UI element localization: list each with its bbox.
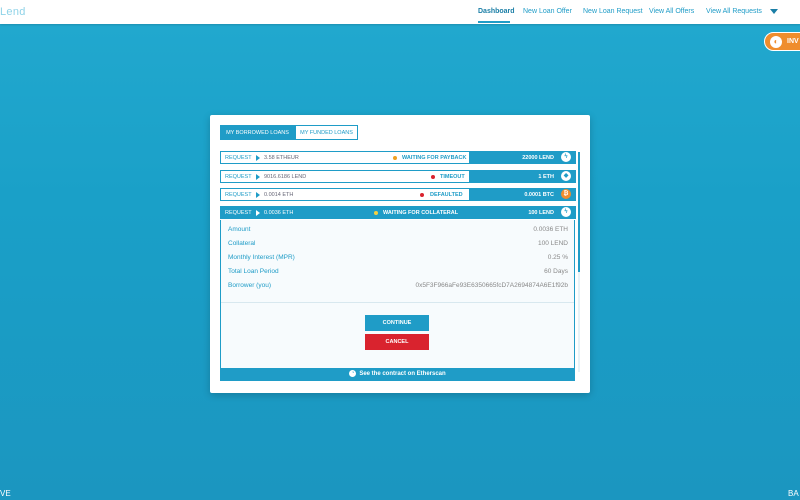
detail-row: Amount 0.0036 ETH <box>228 226 568 233</box>
nav-view-all-requests[interactable]: View All Requests <box>706 8 762 15</box>
brand-logo[interactable]: Lend <box>0 6 26 18</box>
invest-button[interactable]: ◐ INV <box>764 32 800 51</box>
caret-right-icon <box>256 174 260 180</box>
loan-row[interactable]: REQUEST 0.0014 ETH DEFAULTED 0.0001 BTC … <box>220 188 576 201</box>
detail-value: 0.0036 ETH <box>533 226 568 233</box>
row-kind: REQUEST <box>225 155 252 161</box>
detail-value: 60 Days <box>544 268 568 275</box>
row-status: WAITING FOR COLLATERAL <box>383 210 459 216</box>
nav-active-underline <box>478 21 510 23</box>
invest-label: INV <box>787 38 799 45</box>
borrower-address: 0x5F3F966aFe93E6350665fcD7A2694874A6E1f9… <box>415 282 568 289</box>
cancel-button[interactable]: CANCEL <box>365 334 429 350</box>
top-navbar: Lend Dashboard New Loan Offer New Loan R… <box>0 0 800 24</box>
chevron-down-icon[interactable] <box>770 9 778 14</box>
row-value: 22000 LEND <box>522 155 554 161</box>
etherscan-icon: ◔ <box>349 369 357 377</box>
detail-label: Amount <box>228 226 251 233</box>
detail-label: Total Loan Period <box>228 268 279 275</box>
nav-new-loan-request[interactable]: New Loan Request <box>583 8 643 15</box>
row-status: TIMEOUT <box>440 174 465 180</box>
nav-dashboard[interactable]: Dashboard <box>478 8 515 15</box>
detail-row: Monthly Interest (MPR) 0.25 % <box>228 254 568 261</box>
detail-row: Collateral 100 LEND <box>228 240 568 247</box>
row-value: 1 ETH <box>538 174 554 180</box>
scrollbar-thumb[interactable] <box>578 152 580 272</box>
row-kind: REQUEST <box>225 192 252 198</box>
row-kind: REQUEST <box>225 210 252 216</box>
tab-my-borrowed-loans[interactable]: MY BORROWED LOANS <box>220 125 295 140</box>
caret-right-icon <box>256 210 260 216</box>
lend-token-icon: ϟ <box>561 152 571 162</box>
detail-label: Collateral <box>228 240 256 247</box>
nav-new-loan-offer[interactable]: New Loan Offer <box>523 8 572 15</box>
row-amount: 0.0014 ETH <box>264 192 294 198</box>
nav-view-all-offers[interactable]: View All Offers <box>649 8 694 15</box>
row-value-cell: 0.0001 BTC ₿ <box>469 188 576 201</box>
row-amount: 0.0036 ETH <box>264 210 294 216</box>
etherscan-link[interactable]: ◔ See the contract on Etherscan <box>220 368 575 381</box>
btc-token-icon: ₿ <box>561 189 571 199</box>
row-status: WAITING FOR PAYBACK <box>402 155 467 161</box>
loans-modal: MY BORROWED LOANS MY FUNDED LOANS REQUES… <box>210 115 590 393</box>
detail-row: Total Loan Period 60 Days <box>228 268 568 275</box>
loan-row[interactable]: REQUEST 3.58 ETHEUR WAITING FOR PAYBACK … <box>220 151 576 164</box>
etherscan-label: See the contract on Etherscan <box>359 371 446 377</box>
corner-label-right: BA <box>788 489 799 498</box>
status-dot-icon <box>420 193 424 197</box>
status-dot-icon <box>393 156 397 160</box>
lend-token-icon: ϟ <box>561 207 571 217</box>
row-value: 0.0001 BTC <box>524 192 554 198</box>
detail-row: Borrower (you) 0x5F3F966aFe93E6350665fcD… <box>228 282 568 289</box>
loan-row[interactable]: REQUEST 9016.6186 LEND TIMEOUT 1 ETH ◆ <box>220 170 576 183</box>
detail-label: Monthly Interest (MPR) <box>228 254 295 261</box>
row-amount: 9016.6186 LEND <box>264 174 307 180</box>
loan-row-expanded[interactable]: REQUEST 0.0036 ETH WAITING FOR COLLATERA… <box>220 206 576 219</box>
divider <box>221 302 574 303</box>
tab-my-funded-loans[interactable]: MY FUNDED LOANS <box>295 125 358 140</box>
detail-value: 100 LEND <box>538 240 568 247</box>
status-dot-icon <box>431 175 435 179</box>
row-value-cell: 100 LEND ϟ <box>469 206 576 219</box>
corner-label-left: VE <box>0 489 11 498</box>
row-kind: REQUEST <box>225 174 252 180</box>
caret-right-icon <box>256 192 260 198</box>
status-dot-icon <box>374 211 378 215</box>
row-value-cell: 1 ETH ◆ <box>469 170 576 183</box>
row-status: DEFAULTED <box>430 192 463 198</box>
detail-value: 0.25 % <box>547 254 568 261</box>
row-value-cell: 22000 LEND ϟ <box>469 151 576 164</box>
user-icon: ◐ <box>770 36 782 48</box>
detail-label: Borrower (you) <box>228 282 271 289</box>
continue-button[interactable]: CONTINUE <box>365 315 429 331</box>
row-value: 100 LEND <box>528 210 554 216</box>
caret-right-icon <box>256 155 260 161</box>
eth-token-icon: ◆ <box>561 171 571 181</box>
row-amount: 3.58 ETHEUR <box>264 155 299 161</box>
